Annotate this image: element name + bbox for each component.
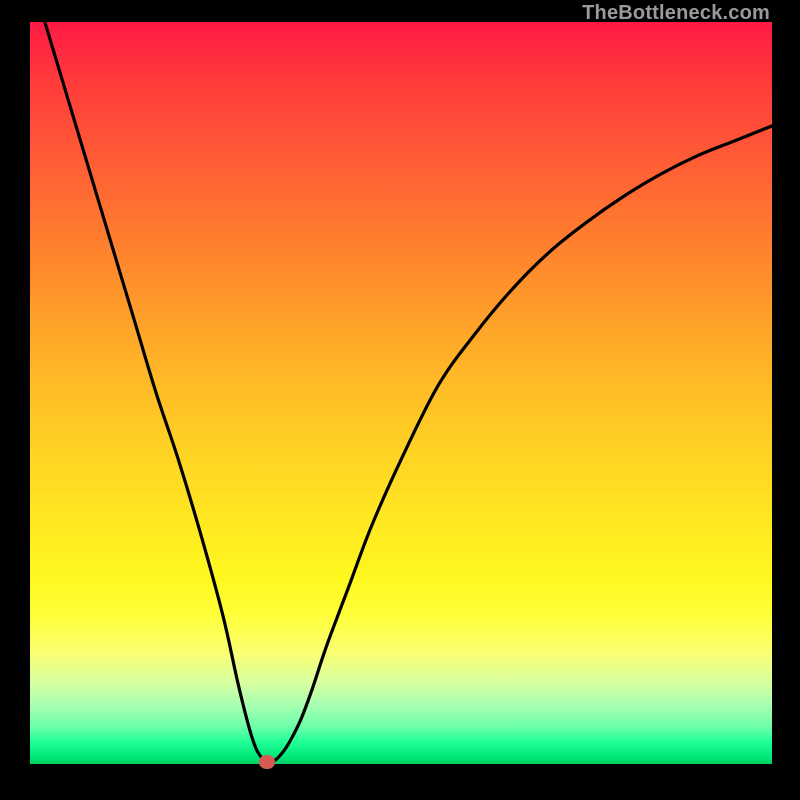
plot-area	[30, 22, 772, 764]
chart-frame: TheBottleneck.com	[0, 0, 800, 800]
optimal-point-marker	[259, 755, 275, 769]
bottleneck-curve	[30, 22, 772, 764]
